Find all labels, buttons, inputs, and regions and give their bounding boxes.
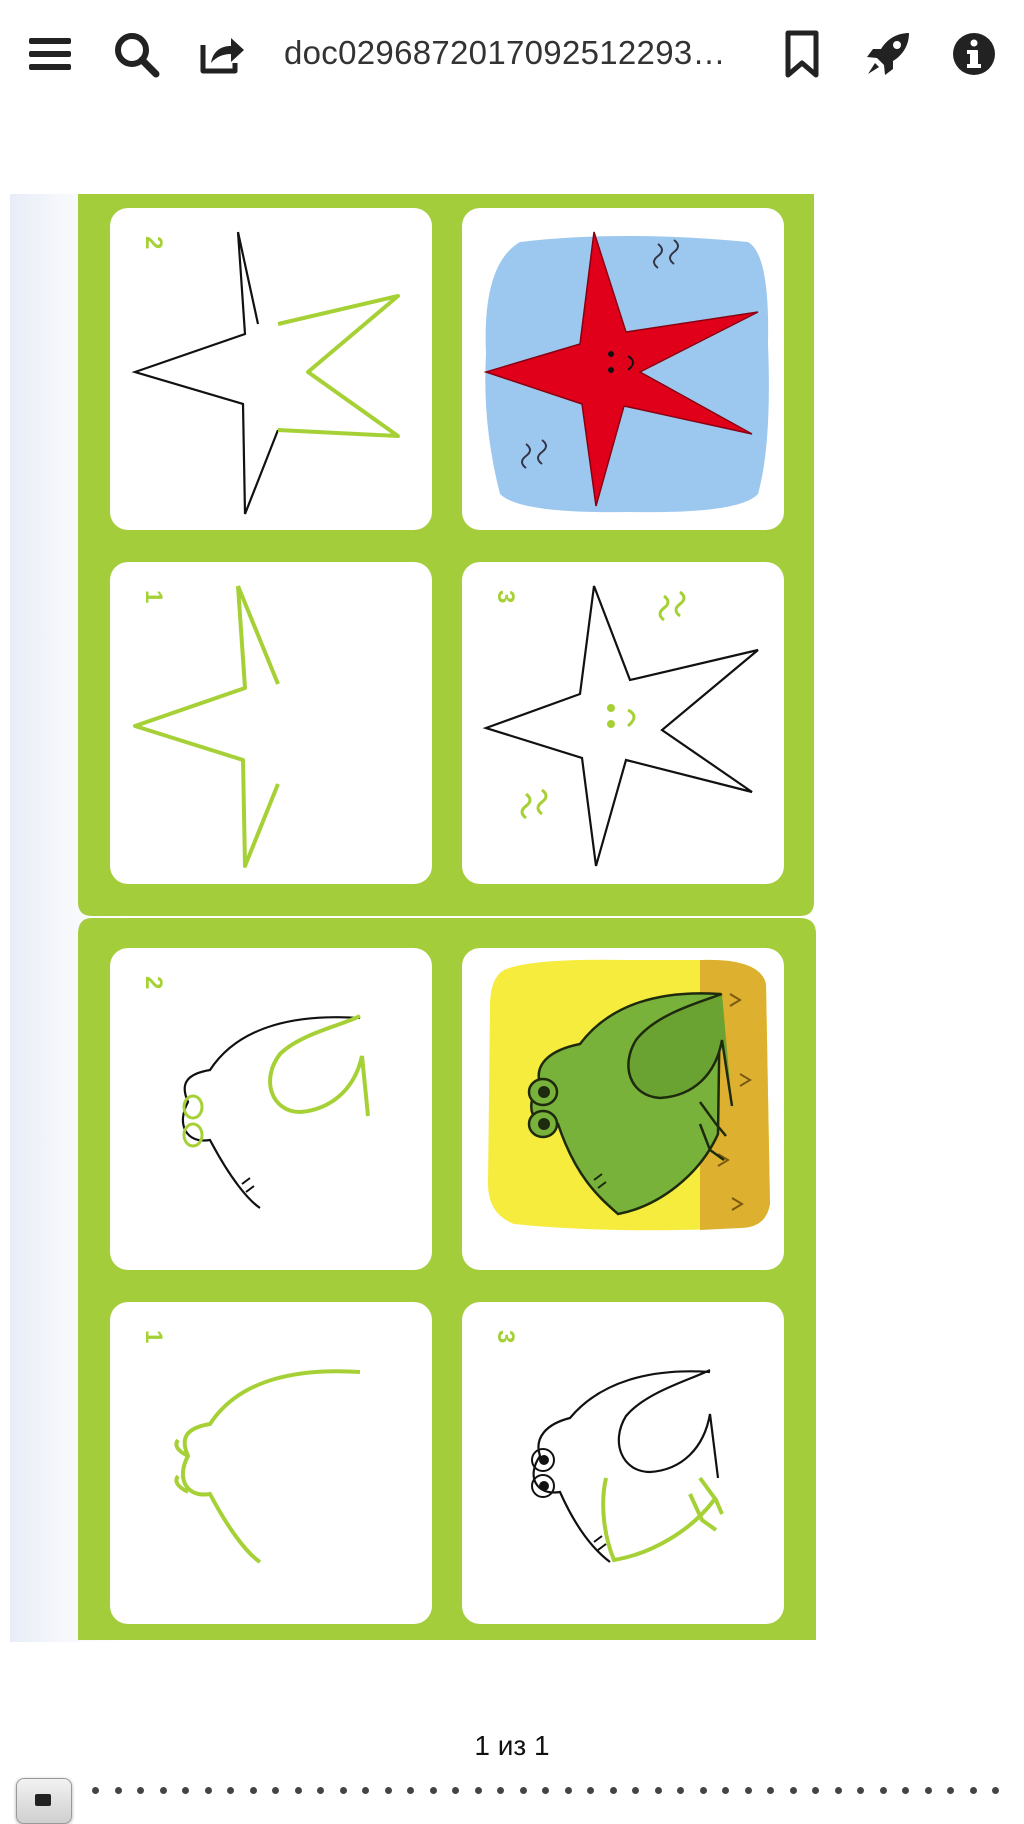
scrubber-dot [947,1787,954,1794]
frog-card: 2 1 3 [78,918,816,1640]
scrubber-dot [160,1787,167,1794]
document-title: doc02968720170925122939.pdf [284,34,744,71]
scrubber-dot [115,1787,122,1794]
frog-step-1-panel: 1 [110,1302,432,1624]
scrubber-dot [250,1787,257,1794]
scrubber-thumb[interactable] [16,1778,72,1824]
share-icon[interactable] [196,28,248,80]
starfish-step-3-panel: 3 [462,562,784,884]
scrubber-dot [542,1787,549,1794]
scrubber-dot [655,1787,662,1794]
scrubber-dot [385,1787,392,1794]
scrubber-dot [632,1787,639,1794]
scrubber-dot [902,1787,909,1794]
hamburger-menu-icon[interactable] [24,28,76,80]
scrubber-dot [812,1787,819,1794]
frog-step-2-number: 2 [140,976,167,989]
scrubber-dot [790,1787,797,1794]
scrubber-dot [205,1787,212,1794]
scrubber-dot [407,1787,414,1794]
frog-step-2-panel: 2 [110,948,432,1270]
scrubber-dot [520,1787,527,1794]
scrubber-dot [587,1787,594,1794]
scrubber-dot [722,1787,729,1794]
scrubber-dot [272,1787,279,1794]
scrubber-dot [767,1787,774,1794]
frog-step-3-panel: 3 [462,1302,784,1624]
page-indicator: 1 из 1 [474,1730,550,1761]
frog-colored-panel [462,948,784,1270]
scrubber-dot [362,1787,369,1794]
scrubber-dot [340,1787,347,1794]
scrubber-dot [857,1787,864,1794]
info-icon[interactable] [948,28,1000,80]
frog-step-3-number: 3 [492,1330,519,1343]
scrubber-dot [137,1787,144,1794]
step-2-number: 2 [140,236,167,249]
page-scrubber[interactable] [0,1768,1024,1824]
starfish-card: 2 1 3 [78,194,814,916]
scrubber-dot [227,1787,234,1794]
starfish-step-1-panel: 1 [110,562,432,884]
scrubber-dot [835,1787,842,1794]
scrubber-dot [610,1787,617,1794]
frog-step-1-number: 1 [140,1330,167,1343]
scrubber-dot [970,1787,977,1794]
starfish-colored-panel [462,208,784,530]
bookmark-icon[interactable] [776,28,828,80]
search-icon[interactable] [110,28,162,80]
document-page[interactable]: 2 1 3 2 1 3 [10,194,1024,1642]
step-3-number: 3 [492,590,519,603]
scrubber-dot [700,1787,707,1794]
scrubber-dot [880,1787,887,1794]
scrubber-dot [295,1787,302,1794]
toolbar: doc02968720170925122939.pdf [0,0,1024,110]
scrubber-dot [475,1787,482,1794]
rocket-icon[interactable] [862,28,914,80]
scrubber-dot [992,1787,999,1794]
scrubber-dot [430,1787,437,1794]
scrubber-dot [925,1787,932,1794]
scrubber-dot [452,1787,459,1794]
scrubber-dot [745,1787,752,1794]
scrubber-dot [677,1787,684,1794]
starfish-step-2-panel: 2 [110,208,432,530]
scanned-page-image: 2 1 3 2 1 3 [78,194,816,1640]
scrubber-dot [182,1787,189,1794]
scrubber-dot [497,1787,504,1794]
scrubber-dot [565,1787,572,1794]
page-thumbnail-icon [35,1794,51,1806]
scrubber-dot [92,1787,99,1794]
scrubber-dot [317,1787,324,1794]
step-1-number: 1 [140,590,167,603]
